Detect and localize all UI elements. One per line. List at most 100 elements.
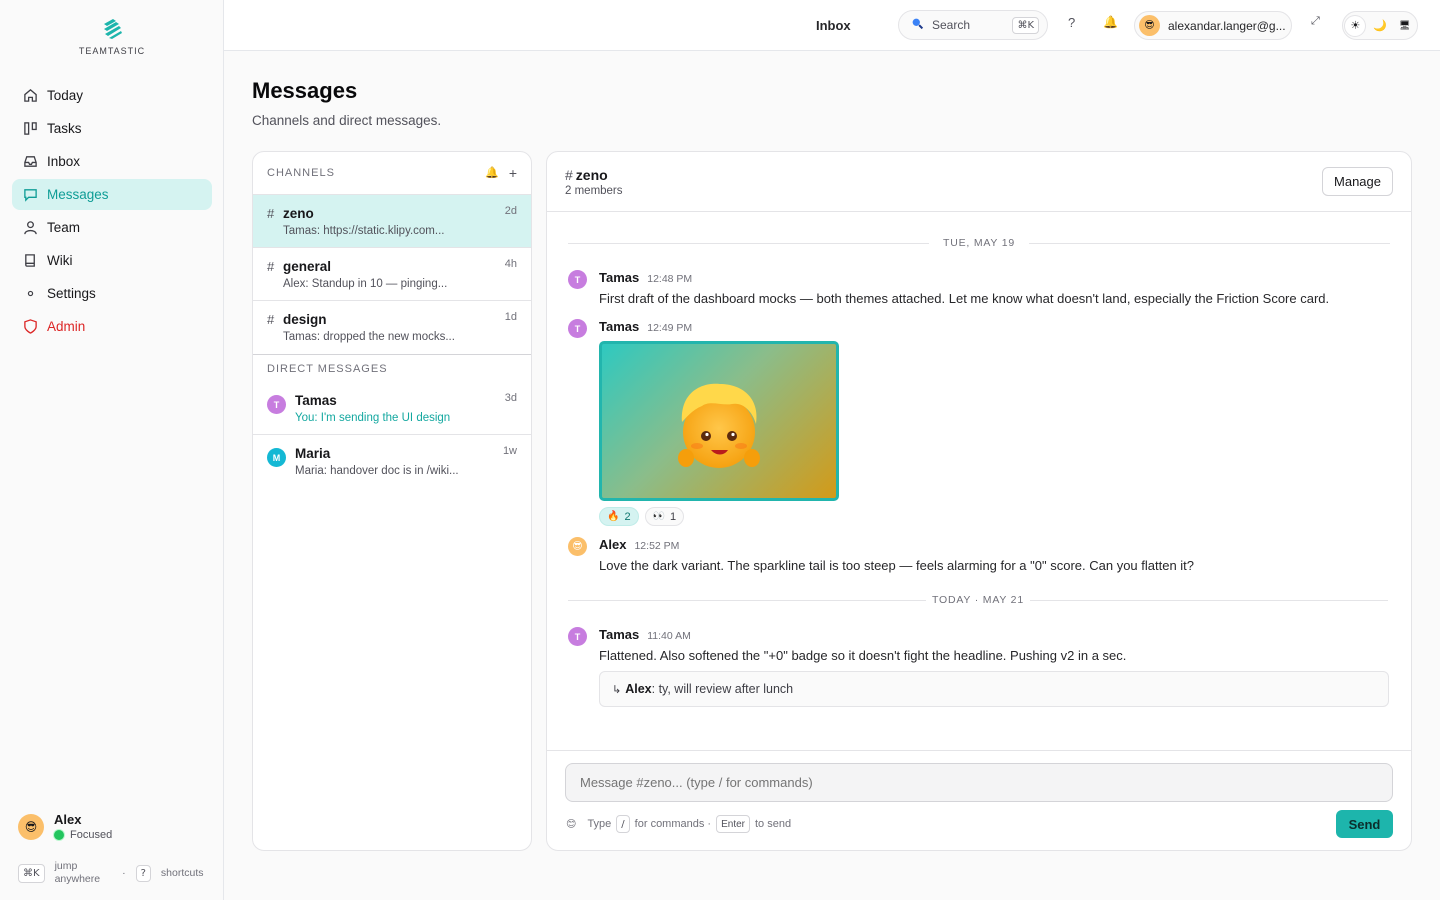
jump-label-1: jump [54, 860, 78, 872]
user-meta: Alex Focused [54, 812, 112, 841]
nav-item-wiki[interactable]: Wiki [12, 245, 212, 276]
avatar: 😎 [1139, 15, 1160, 36]
search-button[interactable]: Search ⌘K [898, 10, 1048, 40]
dm-label: DIRECT MESSAGES [267, 362, 388, 375]
nav-item-team[interactable]: Team [12, 212, 212, 243]
home-icon [22, 88, 38, 104]
reply-text: : ty, will review after lunch [651, 682, 794, 696]
channel-item-zeno[interactable]: # zeno 2d Tamas: https://static.klipy.co… [253, 195, 531, 248]
child-emoji-image [678, 383, 760, 468]
monitor-icon[interactable]: 🖥 [1395, 16, 1415, 36]
thread-reply[interactable]: ↳ Alex : ty, will review after lunch [599, 671, 1389, 707]
reaction-count: 1 [670, 510, 677, 523]
conversation-header: # zeno 2 members Manage [547, 152, 1411, 212]
avatar: 😎 [18, 813, 44, 840]
kanban-icon [22, 121, 38, 137]
avatar: T [568, 627, 587, 646]
date-divider: TODAY · MAY 21 [568, 594, 1388, 606]
conversation-title: # zeno [565, 167, 608, 183]
account-email: alexandar.langer@g... [1168, 18, 1286, 33]
nav-item-tasks[interactable]: Tasks [12, 113, 212, 144]
avatar: T [568, 270, 587, 289]
hint-commands: for commands · [634, 818, 712, 830]
bell-icon[interactable]: 🔔 [1103, 15, 1118, 29]
fire-icon: 🔥 [607, 511, 620, 522]
hash-icon: # [565, 167, 573, 183]
jump-label: jump anywhere [55, 860, 101, 886]
message-author-name: Tamas [599, 627, 640, 642]
shortcuts-kbd[interactable]: ? [135, 864, 151, 882]
composer-hint: 😊 Type / for commands · Enter to send [566, 815, 791, 833]
divider-line [568, 242, 929, 244]
message-time: 12:48 PM [647, 273, 693, 285]
message-time: 12:49 PM [647, 322, 693, 334]
avatar: M [267, 448, 286, 467]
send-button[interactable]: Send [1336, 810, 1393, 838]
nav-label: Inbox [47, 154, 81, 169]
image-attachment[interactable] [599, 341, 839, 501]
brand-logo[interactable]: TEAMTASTIC [0, 18, 224, 56]
sun-icon[interactable]: ☀ [1345, 15, 1366, 36]
date-divider: TUE, MAY 19 [568, 237, 1391, 249]
page-title: Messages [252, 78, 358, 103]
topbar: Inbox Search ⌘K ? 🔔 😎 alexandar.langer@g… [224, 0, 1440, 51]
message-time: 11:40 AM [647, 630, 691, 642]
emoji-picker-icon[interactable]: 😊 [566, 819, 576, 830]
channel-name: general [283, 259, 332, 274]
hash-icon: # [267, 312, 275, 327]
avatar: T [267, 395, 286, 414]
nav-label: Settings [47, 286, 96, 301]
enter-kbd: Enter [716, 815, 750, 833]
reply-author: Alex [625, 682, 652, 696]
member-count[interactable]: 2 members [565, 185, 623, 197]
date-label: TUE, MAY 19 [943, 237, 1016, 249]
channel-name: design [283, 312, 327, 327]
theme-toggle[interactable]: ☀ 🌙 🖥 [1342, 11, 1418, 40]
topbar-inbox-link[interactable]: Inbox [816, 18, 851, 33]
date-label: TODAY · MAY 21 [932, 594, 1024, 606]
channel-name: zeno [283, 206, 314, 221]
eyes-icon: 👀 [652, 511, 666, 522]
message-body: Flattened. Also softened the "+0" badge … [599, 648, 1127, 663]
manage-button[interactable]: Manage [1322, 167, 1393, 196]
nav-item-settings[interactable]: Settings [12, 278, 212, 309]
main-nav: Today Tasks Inbox Messages Team Wiki Set… [12, 80, 212, 344]
sidebar: TEAMTASTIC Today Tasks Inbox Messages Te… [0, 0, 224, 900]
channel-actions: 🔔 + [485, 166, 517, 180]
channel-item-general[interactable]: # general 4h Alex: Standup in 10 — pingi… [253, 248, 531, 301]
reaction-fire[interactable]: 🔥 2 [599, 507, 639, 526]
message-input[interactable] [565, 763, 1393, 802]
dm-name: Maria [295, 446, 331, 461]
composer-divider [546, 750, 1412, 751]
channel-item-design[interactable]: # design 1d Tamas: dropped the new mocks… [253, 301, 531, 354]
brand-logo-icon [104, 19, 122, 39]
divider-line [1029, 242, 1391, 244]
hint-type: Type [587, 818, 612, 830]
expand-icon[interactable]: ⤢ [1311, 15, 1320, 28]
status-dot-icon [54, 830, 64, 840]
reaction-eyes[interactable]: 👀 1 [644, 507, 685, 526]
current-user[interactable]: 😎 Alex Focused [18, 812, 112, 841]
nav-item-admin[interactable]: Admin [12, 311, 212, 342]
message-time: 12:52 PM [634, 540, 680, 552]
moon-icon[interactable]: 🌙 [1370, 16, 1390, 36]
account-menu[interactable]: 😎 alexandar.langer@g... [1134, 11, 1292, 40]
add-channel-icon[interactable]: + [509, 166, 517, 180]
divider-line [1029, 599, 1388, 601]
nav-item-messages[interactable]: Messages [12, 179, 212, 210]
dot-icon [22, 286, 38, 302]
nav-item-today[interactable]: Today [12, 80, 212, 111]
slash-kbd: / [616, 815, 630, 833]
nav-item-inbox[interactable]: Inbox [12, 146, 212, 177]
help-icon[interactable]: ? [1068, 15, 1075, 30]
message-author-name: Alex [599, 537, 627, 552]
dm-item-maria[interactable]: M Maria 1w Maria: handover doc is in /wi… [253, 435, 531, 488]
channel-preview: Tamas: https://static.klipy.com... [283, 225, 445, 237]
jump-kbd[interactable]: ⌘K [18, 863, 45, 883]
dm-item-tamas[interactable]: T Tamas 3d You: I'm sending the UI desig… [253, 382, 531, 435]
search-label: Search [932, 18, 971, 32]
user-status[interactable]: Focused [54, 829, 112, 841]
channel-notifications-icon[interactable]: 🔔 [485, 166, 499, 180]
channel-preview: Tamas: dropped the new mocks... [283, 331, 455, 343]
channels-header: CHANNELS 🔔 + [253, 152, 531, 195]
